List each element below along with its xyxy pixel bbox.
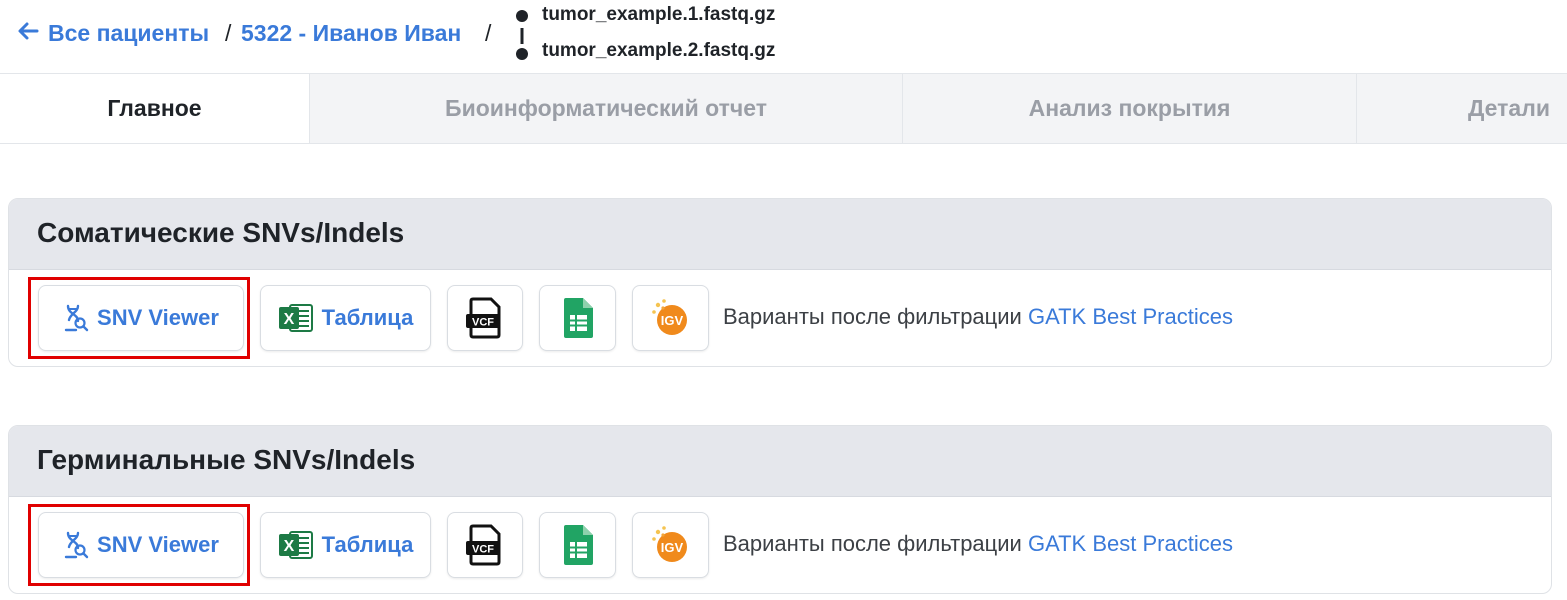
tab-bioinformatics-report[interactable]: Биоинформатический отчет — [310, 74, 903, 143]
dna-search-icon — [64, 304, 89, 332]
svg-text:IGV: IGV — [660, 313, 683, 328]
section-description: Варианты после фильтрации GATK Best Prac… — [723, 304, 1233, 330]
table-button[interactable]: X Таблица — [260, 285, 431, 351]
table-button[interactable]: X Таблица — [260, 512, 431, 578]
excel-icon: X — [278, 531, 313, 559]
breadcrumb-separator: / — [485, 20, 492, 46]
section-body: SNV Viewer X Таблица VCF IGV Варианты по… — [9, 270, 1551, 366]
snv-viewer-button[interactable]: SNV Viewer — [38, 285, 244, 351]
igv-button[interactable]: IGV — [632, 512, 709, 578]
vcf-file-icon: VCF — [466, 524, 501, 566]
section-header: Герминальные SNVs/Indels — [9, 426, 1551, 497]
section-description: Варианты после фильтрации GATK Best Prac… — [723, 531, 1233, 557]
vcf-download-button[interactable]: VCF — [447, 512, 523, 578]
header: Все пациенты / 5322 - Иванов Иван / tumo… — [0, 0, 1567, 74]
section-header: Соматические SNVs/Indels — [9, 199, 1551, 270]
svg-text:VCF: VCF — [472, 544, 494, 556]
somatic-section: Соматические SNVs/Indels SNV Viewer X Та… — [8, 198, 1552, 367]
file-name-1: tumor_example.1.fastq.gz — [542, 4, 776, 25]
vcf-file-icon: VCF — [466, 297, 501, 339]
table-label: Таблица — [321, 305, 414, 330]
igv-button[interactable]: IGV — [632, 285, 709, 351]
spreadsheet-icon — [563, 525, 593, 565]
svg-text:X: X — [283, 311, 294, 328]
breadcrumb-patient[interactable]: 5322 - Иванов Иван — [241, 20, 461, 46]
excel-icon: X — [278, 304, 313, 332]
snv-viewer-button[interactable]: SNV Viewer — [38, 512, 244, 578]
germline-section: Герминальные SNVs/Indels SNV Viewer X Та… — [8, 425, 1552, 594]
igv-icon: IGV — [651, 299, 687, 335]
section-title: Соматические SNVs/Indels — [37, 217, 405, 248]
breadcrumb-separator: / — [225, 20, 232, 46]
snv-viewer-label: SNV Viewer — [97, 532, 219, 557]
gatk-link[interactable]: GATK Best Practices — [1028, 531, 1233, 556]
tab-bar: Главное Биоинформатический отчет Анализ … — [0, 73, 1567, 144]
section-title: Герминальные SNVs/Indels — [37, 444, 416, 475]
gatk-link[interactable]: GATK Best Practices — [1028, 304, 1233, 329]
spreadsheet-icon — [563, 298, 593, 338]
vcf-download-button[interactable]: VCF — [447, 285, 523, 351]
back-arrow-icon[interactable] — [16, 19, 40, 43]
section-body: SNV Viewer X Таблица VCF IGV Варианты по… — [9, 497, 1551, 593]
spreadsheet-button[interactable] — [539, 512, 616, 578]
file-pair-graph-icon — [516, 10, 528, 60]
snv-viewer-label: SNV Viewer — [97, 305, 219, 330]
tab-main[interactable]: Главное — [0, 74, 310, 143]
description-text: Варианты после фильтрации — [723, 304, 1028, 329]
table-label: Таблица — [321, 532, 414, 557]
dna-search-icon — [64, 531, 89, 559]
tab-details[interactable]: Детали — [1357, 74, 1567, 143]
file-name-2: tumor_example.2.fastq.gz — [542, 40, 776, 61]
svg-text:X: X — [283, 538, 294, 555]
igv-icon: IGV — [651, 526, 687, 562]
spreadsheet-button[interactable] — [539, 285, 616, 351]
breadcrumb-all-patients[interactable]: Все пациенты — [48, 20, 209, 46]
svg-text:VCF: VCF — [472, 317, 494, 329]
tab-coverage-analysis[interactable]: Анализ покрытия — [903, 74, 1357, 143]
svg-text:IGV: IGV — [660, 540, 683, 555]
description-text: Варианты после фильтрации — [723, 531, 1028, 556]
